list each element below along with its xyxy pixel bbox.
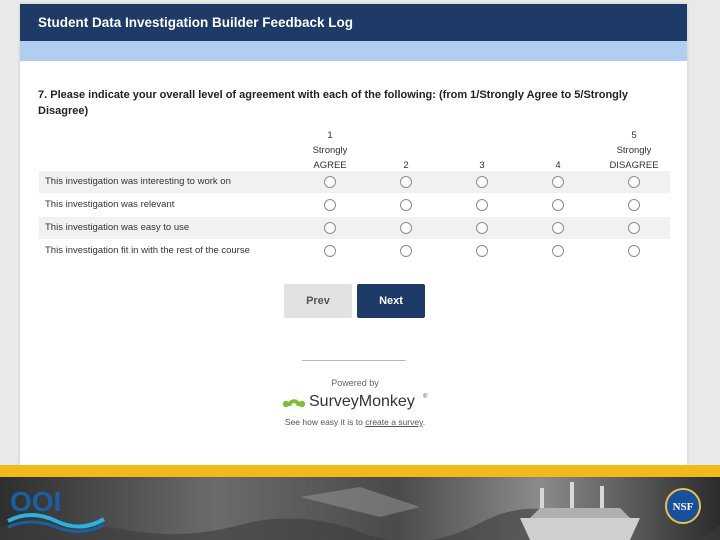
- column-header-number: 5: [631, 130, 637, 141]
- see-how-period: .: [422, 417, 426, 427]
- gold-accent-strip: [0, 465, 720, 477]
- surveymonkey-logo-icon: [282, 399, 306, 408]
- radio-button-icon[interactable]: [628, 176, 640, 188]
- radio-button-icon[interactable]: [552, 245, 564, 257]
- row-label: This investigation was relevant: [45, 199, 175, 210]
- radio-button-icon[interactable]: [476, 176, 488, 188]
- surveymonkey-brand: SurveyMonkey: [309, 393, 415, 410]
- row-label: This investigation was easy to use: [45, 222, 190, 233]
- radio-button-icon[interactable]: [400, 199, 412, 211]
- survey-card: Student Data Investigation Builder Feedb…: [20, 4, 687, 472]
- prev-button[interactable]: Prev: [284, 284, 352, 318]
- matrix-row: This investigation was interesting to wo…: [39, 171, 670, 193]
- nsf-logo-text: NSF: [673, 501, 694, 513]
- create-survey-link[interactable]: create a survey: [365, 417, 422, 427]
- surveymonkey-logo[interactable]: SurveyMonkey ®: [282, 392, 432, 412]
- column-header-strength: Strongly: [616, 145, 652, 156]
- column-header-2: 2: [371, 128, 441, 173]
- ooi-logo: OOI: [7, 486, 106, 533]
- radio-button-icon[interactable]: [324, 176, 336, 188]
- radio-button-icon[interactable]: [400, 245, 412, 257]
- question-text: 7. Please indicate your overall level of…: [38, 89, 629, 117]
- column-header-5: 5 Strongly DISAGREE: [599, 128, 669, 173]
- column-header-4: 4: [523, 128, 593, 173]
- column-header-3: 3: [447, 128, 517, 173]
- footer-divider: [302, 360, 406, 361]
- create-survey-prompt: See how easy it is to create a survey.: [250, 417, 460, 427]
- survey-title: Student Data Investigation Builder Feedb…: [20, 4, 687, 41]
- buoy-image: [520, 482, 640, 540]
- powered-by-text: Powered by: [331, 378, 379, 388]
- ooi-logo-text: OOI: [10, 486, 61, 517]
- column-header-number: 1: [327, 130, 333, 141]
- radio-button-icon[interactable]: [400, 176, 412, 188]
- matrix-row: This investigation was easy to use: [39, 217, 670, 239]
- registered-mark: ®: [423, 394, 428, 400]
- radio-button-icon[interactable]: [628, 222, 640, 234]
- radio-button-icon[interactable]: [552, 222, 564, 234]
- radio-button-icon[interactable]: [324, 199, 336, 211]
- radio-button-icon[interactable]: [324, 245, 336, 257]
- radio-button-icon[interactable]: [476, 222, 488, 234]
- column-header-strength: Strongly: [312, 145, 348, 156]
- radio-button-icon[interactable]: [628, 199, 640, 211]
- nsf-logo: NSF: [665, 488, 701, 524]
- next-button[interactable]: Next: [357, 284, 425, 318]
- radio-button-icon[interactable]: [476, 245, 488, 257]
- matrix-row: This investigation fit in with the rest …: [39, 240, 670, 262]
- radio-button-icon[interactable]: [628, 245, 640, 257]
- row-label: This investigation was interesting to wo…: [45, 176, 231, 187]
- radio-button-icon[interactable]: [552, 199, 564, 211]
- column-header-1: 1 Strongly AGREE: [295, 128, 365, 173]
- row-label: This investigation fit in with the rest …: [45, 245, 250, 256]
- matrix-row: This investigation was relevant: [39, 194, 670, 216]
- radio-button-icon[interactable]: [476, 199, 488, 211]
- radio-button-icon[interactable]: [400, 222, 412, 234]
- see-how-text: See how easy it is to: [284, 417, 366, 427]
- progress-bar: [20, 41, 687, 61]
- radio-button-icon[interactable]: [324, 222, 336, 234]
- radio-button-icon[interactable]: [552, 176, 564, 188]
